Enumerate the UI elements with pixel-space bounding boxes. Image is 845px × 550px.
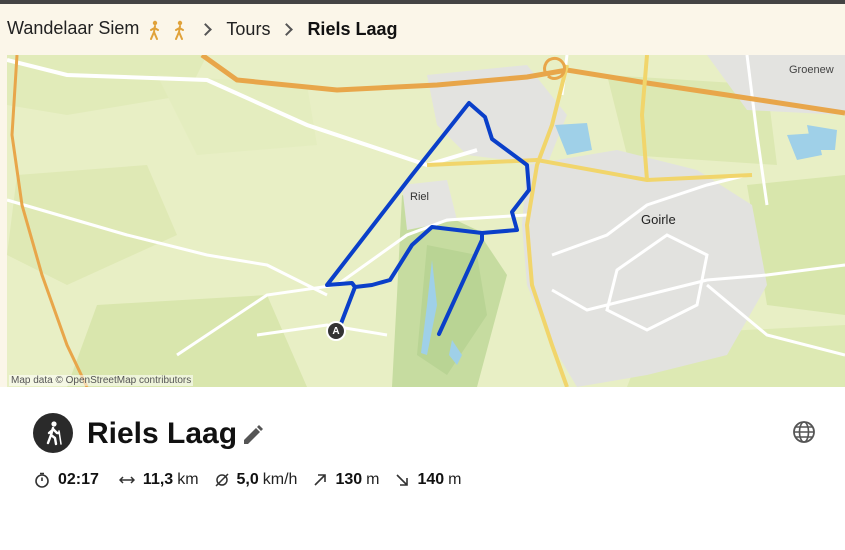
breadcrumb-user[interactable]: Wandelaar Siem bbox=[7, 18, 189, 40]
chevron-right-icon bbox=[280, 22, 294, 36]
walker-icon bbox=[150, 20, 160, 40]
start-marker[interactable]: A bbox=[326, 321, 346, 341]
map-canvas bbox=[7, 55, 845, 387]
tour-title: Riels Laag bbox=[87, 417, 238, 450]
speed-value: 5,0 bbox=[236, 471, 259, 488]
breadcrumb-current: Riels Laag bbox=[307, 18, 398, 39]
start-marker-label: A bbox=[332, 325, 340, 337]
tour-stats: 02:17 11,3 km 5,0 km/h 130 m 140 m bbox=[34, 471, 478, 489]
map-label-goirle: Goirle bbox=[641, 212, 676, 227]
hiking-icon bbox=[33, 413, 73, 453]
stat-speed: 5,0 km/h bbox=[214, 471, 298, 489]
descent-unit: m bbox=[448, 471, 462, 488]
map-label-groenew: Groenew bbox=[789, 64, 834, 76]
globe-icon[interactable] bbox=[792, 420, 816, 444]
distance-value: 11,3 bbox=[142, 471, 174, 488]
breadcrumb-tours[interactable]: Tours bbox=[226, 19, 270, 40]
map-label-riel: Riel bbox=[410, 191, 429, 203]
breadcrumb: Wandelaar Siem Tours Riels Laag bbox=[7, 18, 397, 40]
ascent-unit: m bbox=[366, 471, 380, 488]
descent-value: 140 bbox=[417, 471, 445, 488]
tour-details-card bbox=[0, 387, 845, 550]
window-top-bar bbox=[0, 0, 845, 4]
stopwatch-icon bbox=[35, 472, 49, 488]
stat-ascent: 130 m bbox=[313, 471, 379, 489]
ascent-value: 130 bbox=[335, 471, 363, 488]
route-map[interactable]: Riel Goirle Groenew A Map data © OpenStr… bbox=[7, 55, 845, 387]
pencil-icon[interactable] bbox=[241, 423, 265, 447]
stat-duration: 02:17 bbox=[34, 471, 103, 489]
stat-distance: 11,3 km bbox=[118, 471, 199, 489]
distance-arrows-icon bbox=[118, 476, 135, 484]
breadcrumb-user-label: Wandelaar Siem bbox=[7, 18, 140, 39]
distance-unit: km bbox=[177, 471, 199, 488]
map-attribution[interactable]: Map data © OpenStreetMap contributors bbox=[9, 375, 194, 386]
stat-descent: 140 m bbox=[395, 471, 462, 489]
speed-unit: km/h bbox=[262, 471, 298, 488]
chevron-right-icon bbox=[199, 22, 213, 36]
walker-icon bbox=[175, 20, 185, 40]
arrow-up-right-icon bbox=[314, 474, 327, 486]
arrow-down-right-icon bbox=[396, 474, 409, 486]
average-icon bbox=[214, 473, 229, 487]
duration-value: 02:17 bbox=[58, 471, 99, 488]
